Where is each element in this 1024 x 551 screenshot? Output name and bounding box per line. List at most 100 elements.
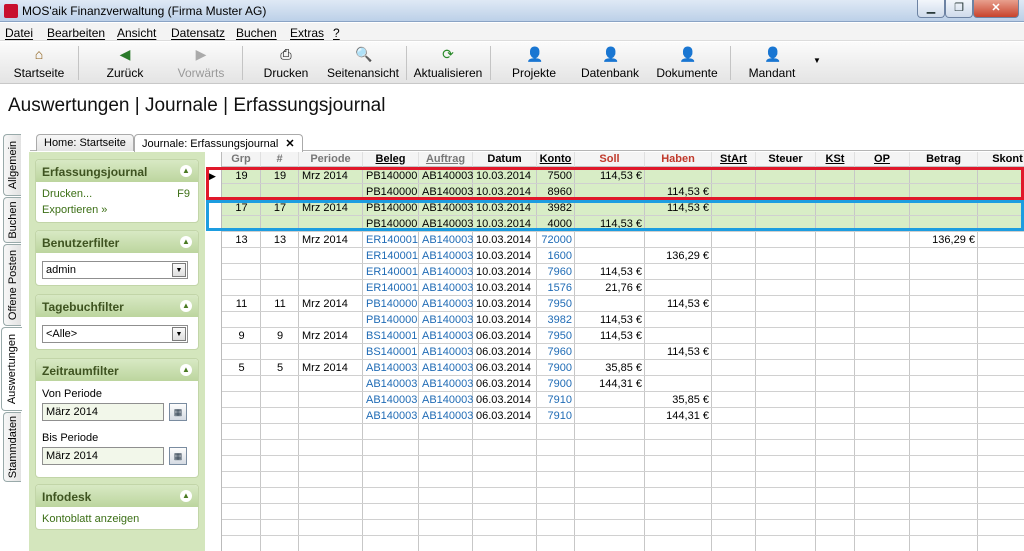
preview-button[interactable]: 🔍 Seitenansicht <box>326 44 400 82</box>
projekte-button[interactable]: 👤 Projekte <box>510 44 558 82</box>
vtab-auswertungen[interactable]: Auswertungen <box>1 327 22 411</box>
collapse-icon[interactable]: ▲ <box>180 165 192 177</box>
mandant-button[interactable]: 👤 Mandant <box>746 44 798 82</box>
column-header-auftrag[interactable]: Auftrag <box>419 152 473 167</box>
column-header-nr[interactable]: # <box>261 152 299 167</box>
von-periode-label: Von Periode <box>42 388 102 400</box>
cell-datum: 10.03.2014 <box>476 250 532 262</box>
column-header-datum[interactable]: Datum <box>473 152 537 167</box>
box-header[interactable]: Tagebuchfilter ▲ <box>36 295 198 317</box>
cell-soll: 35,85 € <box>605 362 642 374</box>
bis-periode-input[interactable]: März 2014 <box>42 447 164 465</box>
kontoblatt-link[interactable]: Kontoblatt anzeigen <box>42 513 139 525</box>
column-header-skont[interactable]: Skont <box>978 152 1024 167</box>
cell-auftrag: AB140003 <box>422 266 474 278</box>
column-header-op[interactable]: OP <box>855 152 910 167</box>
cell-datum: 10.03.2014 <box>476 298 532 310</box>
cell-beleg: AB140003 <box>366 410 418 422</box>
vtab-buchen[interactable]: Buchen <box>3 197 21 243</box>
exportieren-link[interactable]: Exportieren » <box>42 204 107 216</box>
cell-konto: 1576 <box>547 282 572 294</box>
row-divider <box>222 519 1024 520</box>
drucken-link[interactable]: Drucken... <box>42 188 92 200</box>
vtab-allgemein[interactable]: Allgemein <box>3 134 21 196</box>
column-header-soll[interactable]: Soll <box>575 152 645 167</box>
box-header[interactable]: Zeitraumfilter ▲ <box>36 359 198 381</box>
cell-datum: 06.03.2014 <box>476 410 532 422</box>
calendar-icon[interactable]: ▦ <box>169 403 187 421</box>
tab-startseite[interactable]: Home: Startseite <box>36 134 134 151</box>
row-divider <box>222 407 1024 408</box>
cell-datum: 06.03.2014 <box>476 394 532 406</box>
cell-beleg: ER140001 <box>366 266 418 278</box>
close-button[interactable]: ✕ <box>973 0 1019 18</box>
row-divider <box>222 535 1024 536</box>
cell-betrag: 136,29 € <box>932 234 975 246</box>
menu-ansicht[interactable]: Ansicht <box>117 26 156 40</box>
box-title: Tagebuchfilter <box>42 300 124 314</box>
menu-bearbeiten[interactable]: Bearbeiten <box>47 26 105 40</box>
vtab-stammdaten[interactable]: Stammdaten <box>3 412 21 482</box>
calendar-icon[interactable]: ▦ <box>169 447 187 465</box>
column-header-beleg[interactable]: Beleg <box>363 152 419 167</box>
cell-nr: 13 <box>273 234 287 246</box>
cell-konto: 3982 <box>547 314 572 326</box>
von-periode-input[interactable]: März 2014 <box>42 403 164 421</box>
row-divider <box>222 487 1024 488</box>
vtab-offene-posten[interactable]: Offene Posten <box>3 244 21 326</box>
column-header-grp[interactable]: Grp <box>222 152 261 167</box>
bis-periode-label: Bis Periode <box>42 432 99 444</box>
box-header[interactable]: Benutzerfilter ▲ <box>36 231 198 253</box>
box-header[interactable]: Erfassungsjournal ▲ <box>36 160 198 182</box>
column-header-periode[interactable]: Periode <box>299 152 363 167</box>
vtab-label: Buchen <box>6 201 19 239</box>
tagebuch-select[interactable]: <Alle> ▼ <box>42 325 188 343</box>
menu-extras[interactable]: Extras <box>290 26 324 40</box>
maximize-button[interactable]: ❐ <box>945 0 973 18</box>
box-title: Benutzerfilter <box>42 236 120 250</box>
mandant-dropdown-icon[interactable]: ▼ <box>810 56 824 94</box>
startseite-button[interactable]: ⌂ Startseite <box>12 44 66 82</box>
print-button[interactable]: ⎙ Drucken <box>262 44 310 82</box>
collapse-icon[interactable]: ▲ <box>180 364 192 376</box>
column-header-start[interactable]: StArt <box>712 152 756 167</box>
collapse-icon[interactable]: ▲ <box>180 490 192 502</box>
column-header-haben[interactable]: Haben <box>645 152 712 167</box>
close-tab-icon[interactable]: ✕ <box>285 138 294 150</box>
benutzer-select[interactable]: admin ▼ <box>42 261 188 279</box>
back-button[interactable]: ◀ Zurück <box>102 44 148 82</box>
minimize-button[interactable]: ▁ <box>917 0 945 18</box>
column-header-konto[interactable]: Konto <box>537 152 575 167</box>
menu-datei[interactable]: Datei <box>5 26 33 40</box>
select-value: <Alle> <box>46 328 78 340</box>
cell-datum: 06.03.2014 <box>476 378 532 390</box>
menu-help[interactable]: ? <box>333 26 340 40</box>
cell-auftrag: AB140003 <box>422 234 474 246</box>
cell-konto: 7910 <box>547 410 572 422</box>
cell-auftrag: AB140003 <box>422 378 474 390</box>
dokumente-button[interactable]: 👤 Dokumente <box>655 44 719 82</box>
forward-button[interactable]: ▶ Vorwärts <box>173 44 229 82</box>
column-header-betrag[interactable]: Betrag <box>910 152 978 167</box>
cell-soll: 21,76 € <box>605 282 642 294</box>
side-panel: Erfassungsjournal ▲ Drucken... F9 Exporti… <box>29 152 205 551</box>
cell-datum: 10.03.2014 <box>476 282 532 294</box>
menu-buchen[interactable]: Buchen <box>236 26 277 40</box>
mandant-label: Mandant <box>748 66 796 80</box>
refresh-button[interactable]: ⟳ Aktualisieren <box>412 44 484 82</box>
cell-haben: 144,31 € <box>666 410 709 422</box>
column-header-steuer[interactable]: Steuer <box>756 152 816 167</box>
column-header-kst[interactable]: KSt <box>816 152 855 167</box>
menu-datensatz[interactable]: Datensatz <box>171 26 225 40</box>
box-header[interactable]: Infodesk ▲ <box>36 485 198 507</box>
datenbank-button[interactable]: 👤 Datenbank <box>580 44 640 82</box>
box-title: Infodesk <box>42 490 92 504</box>
tab-erfassungsjournal[interactable]: Journale: Erfassungsjournal ✕ <box>134 134 303 152</box>
collapse-icon[interactable]: ▲ <box>180 300 192 312</box>
collapse-icon[interactable]: ▲ <box>180 236 192 248</box>
cell-beleg: PB140000 <box>366 314 418 326</box>
tagebuchfilter-box: Tagebuchfilter ▲ <Alle> ▼ <box>35 294 199 350</box>
cell-auftrag: AB140003 <box>422 330 474 342</box>
cell-beleg: ER140001 <box>366 250 418 262</box>
journal-grid[interactable]: ▶ Grp # Periode Beleg Auftrag Datum Konto Soll H… <box>205 152 1024 551</box>
